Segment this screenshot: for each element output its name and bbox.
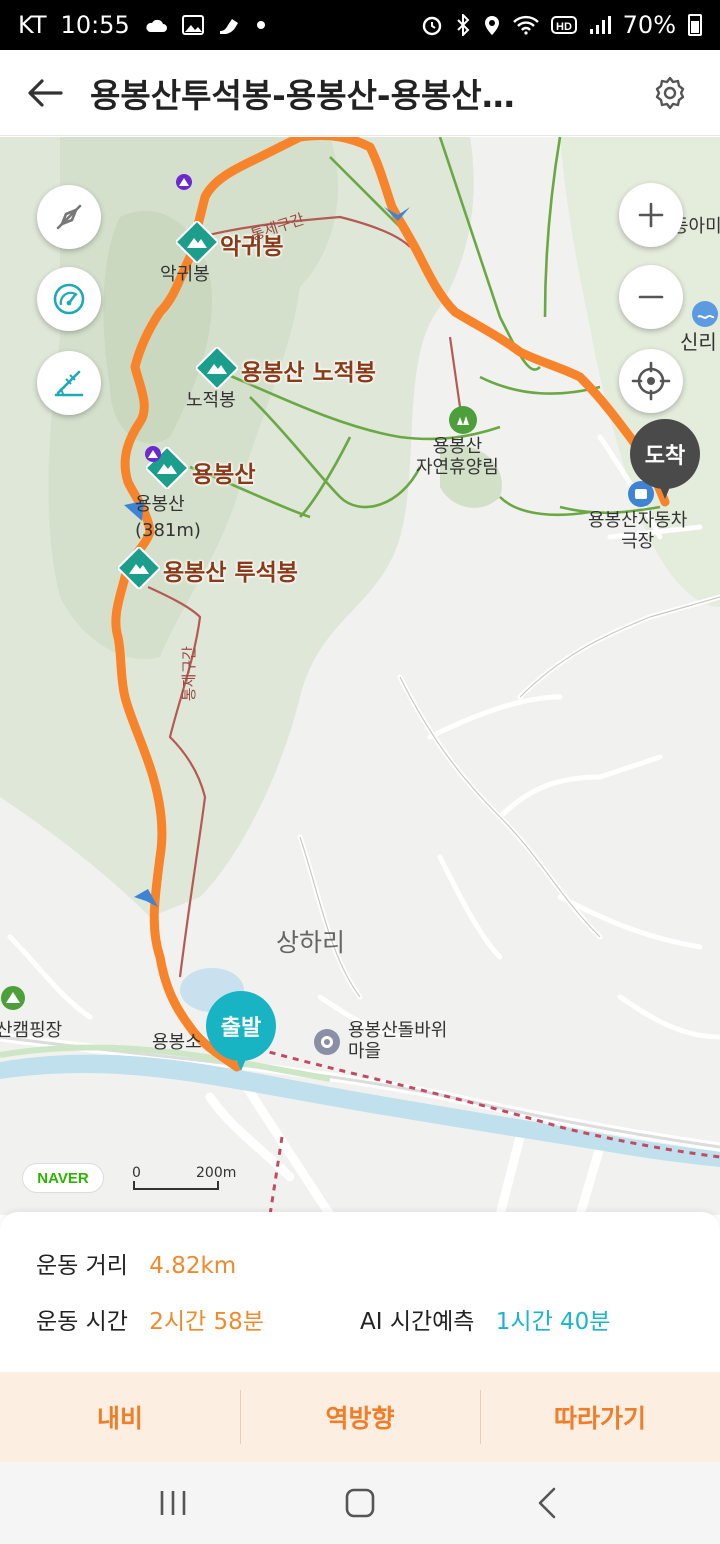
- clock: 10:55: [60, 11, 130, 39]
- system-back-button[interactable]: [507, 1473, 587, 1533]
- scale-zero: 0: [132, 1165, 141, 1181]
- map-label-yongbongso: 용봉소: [152, 1032, 202, 1053]
- home-icon: [345, 1488, 375, 1518]
- distance-stat: 운동 거리 4.82km: [36, 1246, 236, 1280]
- mountain-peak-icon[interactable]: [176, 221, 218, 263]
- naver-logo: NAVER: [22, 1163, 104, 1193]
- map-label-forest: 용봉산 자연휴양림: [416, 436, 499, 478]
- peak-label-yongbongsan: 용봉산: [192, 462, 256, 488]
- duration-label: 운동 시간: [36, 1309, 128, 1335]
- recent-apps-button[interactable]: [133, 1473, 213, 1533]
- forest-icon[interactable]: [448, 405, 478, 435]
- speedometer-icon: [53, 283, 85, 315]
- restricted-label: 통제구간: [179, 646, 198, 702]
- system-nav-bar: [0, 1462, 720, 1544]
- follow-route-button[interactable]: 따라가기: [480, 1372, 720, 1462]
- start-pin[interactable]: 출발: [206, 991, 276, 1075]
- peak-label-nojeokbong: 용봉산 노적봉: [241, 360, 376, 386]
- mountain-peak-icon[interactable]: [196, 347, 238, 389]
- duration-value: 2시간 58분: [149, 1309, 264, 1335]
- map-label-dolbawi: 용봉산돌바위 마을: [348, 1020, 448, 1062]
- map-label-sinri: 신리: [680, 330, 717, 354]
- image-icon: [181, 15, 204, 35]
- wifi-icon: [512, 15, 539, 35]
- recent-apps-icon: [161, 1491, 186, 1515]
- mountain-peak-icon[interactable]: [118, 547, 160, 589]
- map-label-akgwibong: 악귀봉: [160, 264, 210, 285]
- location-icon: [483, 14, 501, 36]
- map-label-nojeokbong: 노적봉: [186, 390, 236, 411]
- settings-button[interactable]: [620, 50, 720, 136]
- peak-label-tuseokbong: 용봉산 투석봉: [163, 560, 298, 586]
- map-label-camping: 산캠핑장: [0, 1020, 63, 1041]
- map-label-altitude: (381m): [135, 520, 201, 541]
- map-scale: 0 200m: [132, 1165, 236, 1191]
- hd-icon: HD: [550, 15, 577, 35]
- chevron-left-icon: [538, 1487, 555, 1519]
- place-icon[interactable]: [312, 1027, 342, 1057]
- summit-marker-icon: [145, 446, 161, 462]
- ai-prediction-stat: AI 시간예측 1시간 40분: [360, 1302, 610, 1336]
- reverse-route-button[interactable]: 역방향: [240, 1372, 480, 1462]
- altitude-button[interactable]: [37, 351, 101, 415]
- dot-icon: [256, 20, 266, 30]
- camping-icon[interactable]: [0, 985, 26, 1011]
- duration-stat: 운동 시간 2시간 58분: [36, 1302, 264, 1336]
- signal-icon: [589, 15, 611, 35]
- app-bar: 용봉산투석봉-용봉산-용봉산…: [0, 50, 720, 136]
- compass-off-icon: [56, 204, 82, 230]
- alarm-icon: [421, 14, 443, 36]
- distance-label: 운동 거리: [36, 1253, 128, 1279]
- summit-marker-icon: [176, 174, 192, 190]
- shoe-icon: [218, 15, 242, 35]
- arrow-left-icon: [28, 78, 63, 107]
- distance-value: 4.82km: [149, 1253, 237, 1279]
- page-title: 용봉산투석봉-용봉산-용봉산…: [90, 75, 515, 115]
- battery-icon: [688, 14, 702, 36]
- arrive-pin[interactable]: 도착: [630, 419, 700, 503]
- scale-distance: 200m: [196, 1165, 237, 1181]
- compass-button[interactable]: [37, 185, 101, 249]
- gear-icon: [655, 76, 685, 109]
- home-button[interactable]: [320, 1473, 400, 1533]
- slope-icon: [54, 370, 84, 397]
- ai-prediction-value: 1시간 40분: [495, 1309, 611, 1335]
- navigation-button[interactable]: 내비: [0, 1372, 240, 1462]
- crosshair-icon: [631, 361, 671, 401]
- battery-percent: 70%: [622, 11, 676, 39]
- zoom-in-button[interactable]: [619, 183, 683, 247]
- route-info-panel: 운동 거리 4.82km 운동 시간 2시간 58분 AI 시간예측 1시간 4…: [0, 1212, 720, 1462]
- svg-text:HD: HD: [556, 21, 572, 33]
- my-location-button[interactable]: [619, 349, 683, 413]
- back-button[interactable]: [0, 50, 90, 136]
- bluetooth-icon: [455, 14, 471, 36]
- map-view[interactable]: 악귀봉 악귀봉 용봉산 노적봉 노적봉 용봉산 용봉산 (381m) 용봉산 투…: [0, 137, 720, 1215]
- cloud-icon: [144, 17, 168, 33]
- minus-icon: [638, 295, 664, 299]
- map-label-village: 상하리: [276, 928, 346, 957]
- action-bar: 내비 역방향 따라가기: [0, 1372, 720, 1462]
- speedometer-button[interactable]: [37, 267, 101, 331]
- map-label-yongbongsan: 용봉산: [135, 494, 185, 515]
- carrier-label: KT: [18, 11, 47, 39]
- ai-prediction-label: AI 시간예측: [360, 1309, 475, 1335]
- plus-icon: [638, 202, 664, 228]
- water-icon: [692, 301, 718, 327]
- zoom-out-button[interactable]: [619, 265, 683, 329]
- status-bar: KT 10:55 HD 70%: [0, 0, 720, 50]
- map-label-theater: 용봉산자동차 극장: [588, 510, 688, 552]
